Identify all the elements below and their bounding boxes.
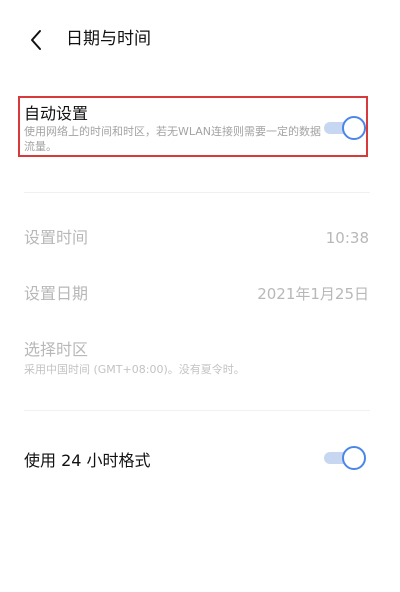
set-time-label[interactable]: 设置时间 (24, 228, 88, 248)
format-24h-label: 使用 24 小时格式 (24, 451, 151, 470)
back-button[interactable] (24, 28, 48, 52)
auto-setting-description: 使用网络上的时间和时区，若无WLAN连接则需要一定的数据流量。 (24, 125, 322, 153)
toggle-knob (342, 446, 366, 470)
header-bar: 日期与时间 (0, 0, 400, 80)
select-timezone-label[interactable]: 选择时区 (24, 340, 88, 360)
set-date-value: 2021年1月25日 (257, 285, 369, 303)
divider (24, 410, 370, 411)
auto-setting-toggle[interactable] (322, 116, 366, 140)
chevron-left-icon (31, 30, 41, 50)
toggle-knob (342, 116, 366, 140)
divider (24, 192, 370, 193)
set-time-value: 10:38 (325, 229, 369, 247)
format-24h-toggle[interactable] (322, 446, 366, 470)
auto-setting-title: 自动设置 (24, 104, 89, 123)
set-date-label[interactable]: 设置日期 (24, 284, 88, 304)
timezone-description: 采用中国时间 (GMT+08:00)。没有夏令时。 (24, 363, 245, 376)
page-title: 日期与时间 (66, 29, 151, 49)
